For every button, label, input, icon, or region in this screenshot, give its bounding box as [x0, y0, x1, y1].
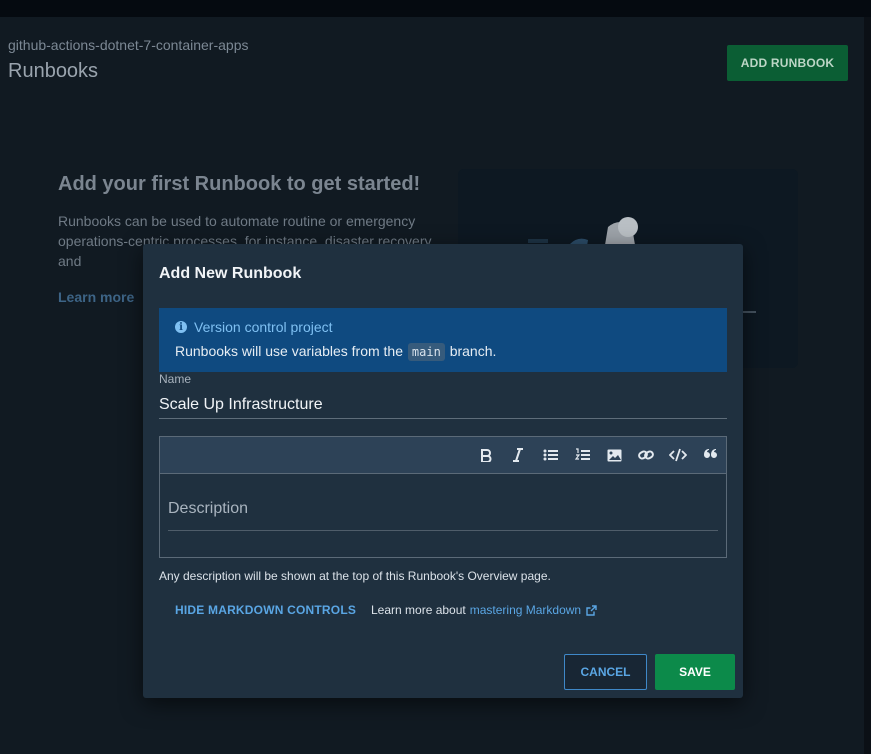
bold-icon[interactable] — [475, 444, 497, 466]
alert-heading-text: Version control project — [194, 319, 333, 335]
project-breadcrumb[interactable]: github-actions-dotnet-7-container-apps — [8, 37, 248, 53]
name-field-label: Name — [159, 372, 192, 386]
bulleted-list-icon[interactable] — [539, 444, 561, 466]
italic-icon[interactable] — [507, 444, 529, 466]
branch-name: main — [407, 343, 445, 361]
markdown-learn-more: Learn more about mastering Markdown — [371, 603, 597, 617]
quote-icon[interactable] — [699, 444, 721, 466]
info-icon: i — [175, 321, 187, 333]
learn-more-label: Learn more — [58, 289, 135, 305]
add-runbook-button[interactable]: ADD RUNBOOK — [727, 45, 848, 81]
external-link-icon[interactable] — [586, 604, 597, 616]
markdown-toolbar — [160, 437, 726, 474]
version-control-alert: i Version control project Runbooks will … — [159, 308, 727, 372]
alert-text-after: branch. — [449, 343, 497, 359]
name-field[interactable] — [159, 392, 727, 419]
code-icon[interactable] — [667, 444, 689, 466]
cancel-button[interactable]: CANCEL — [564, 654, 647, 690]
image-icon[interactable] — [603, 444, 625, 466]
hide-markdown-controls-button[interactable]: HIDE MARKDOWN CONTROLS — [175, 603, 356, 617]
top-strip — [0, 0, 871, 17]
description-helper-text: Any description will be shown at the top… — [159, 569, 551, 583]
save-button[interactable]: SAVE — [655, 654, 735, 690]
learn-more-prefix: Learn more about — [371, 603, 466, 617]
mastering-markdown-link[interactable]: mastering Markdown — [470, 603, 581, 617]
learn-more-link[interactable]: Learn more — [58, 289, 134, 305]
numbered-list-icon[interactable] — [571, 444, 593, 466]
alert-body: Runbooks will use variables from the mai… — [175, 343, 496, 361]
description-field[interactable] — [168, 488, 718, 531]
add-runbook-dialog: Add New Runbook i Version control projec… — [143, 244, 743, 698]
description-editor — [159, 436, 727, 558]
alert-text-before: Runbooks will use variables from the — [175, 343, 403, 359]
dialog-title: Add New Runbook — [159, 265, 302, 282]
empty-state-heading: Add your first Runbook to get started! — [58, 173, 421, 195]
alert-heading: i Version control project — [175, 319, 333, 335]
link-icon[interactable] — [635, 444, 657, 466]
page-title: Runbooks — [8, 60, 99, 82]
